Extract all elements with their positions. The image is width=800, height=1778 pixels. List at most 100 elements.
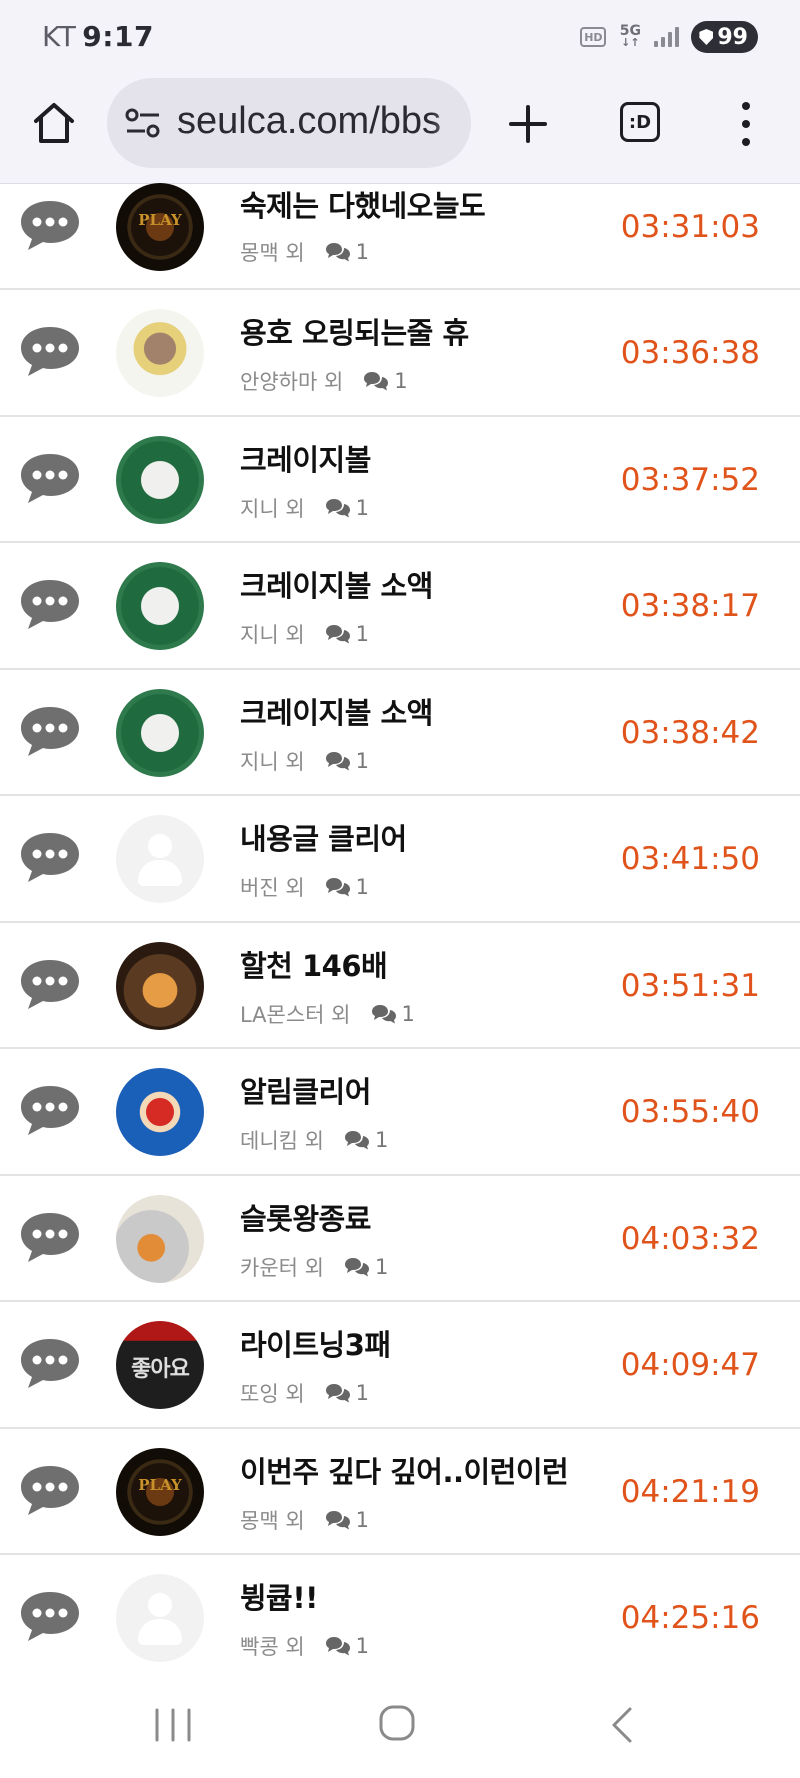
post-title[interactable]: 뷩큡!! xyxy=(240,1575,318,1617)
avatar[interactable] xyxy=(116,688,204,777)
post-title[interactable]: 숙제는 다했네오늘도 xyxy=(240,183,486,225)
post-time: 03:37:52 xyxy=(620,461,760,498)
avatar[interactable] xyxy=(116,435,204,524)
avatar[interactable]: PLAY xyxy=(116,183,204,271)
chat-bubble-icon xyxy=(18,451,82,505)
chat-bubble-icon xyxy=(18,1336,82,1390)
post-row[interactable]: 슬롯왕종료 카운터 외 1 04:03:32 xyxy=(0,1175,800,1302)
post-author: 카운터 외 xyxy=(240,1255,324,1280)
post-title[interactable]: 내용글 클리어 xyxy=(240,816,407,858)
post-title[interactable]: 이번주 깊다 깊어..이런이런 xyxy=(240,1449,569,1491)
post-meta: 지니 외 1 xyxy=(240,619,369,649)
post-meta: 빡콩 외 1 xyxy=(240,1631,369,1661)
address-bar[interactable]: seulca.com/bbs xyxy=(107,78,471,168)
post-time: 03:55:40 xyxy=(620,1094,760,1130)
back-icon[interactable] xyxy=(610,1706,634,1744)
comments-icon xyxy=(325,1510,351,1530)
avatar[interactable] xyxy=(116,562,204,650)
chat-bubble-icon xyxy=(18,577,82,631)
post-author: 버진 외 xyxy=(240,876,305,900)
post-author: 빡콩 외 xyxy=(240,1635,305,1659)
post-author: 몽맥 외 xyxy=(240,1508,305,1533)
post-title[interactable]: 알림클리어 xyxy=(240,1069,371,1111)
post-row[interactable]: 할천 146배 LA몬스터 외 1 03:51:31 xyxy=(0,922,800,1049)
post-meta: 또잉 외 1 xyxy=(240,1378,369,1408)
home-icon[interactable] xyxy=(30,99,78,147)
post-time: 04:25:16 xyxy=(620,1600,760,1636)
comments-icon xyxy=(325,877,351,897)
system-navigation-bar xyxy=(0,1670,800,1778)
comments-icon xyxy=(325,751,351,771)
post-author: 몽맥 외 xyxy=(240,241,305,265)
comment-count: 1 xyxy=(394,369,408,393)
comments-icon xyxy=(325,1383,351,1403)
avatar[interactable] xyxy=(116,309,204,397)
post-title[interactable]: 크레이지볼 소액 xyxy=(240,690,433,732)
avatar[interactable] xyxy=(116,1068,204,1156)
chat-bubble-icon xyxy=(18,1083,82,1137)
avatar[interactable] xyxy=(116,1194,204,1283)
post-author: 지니 외 xyxy=(240,749,305,774)
post-title[interactable]: 크레이지볼 xyxy=(240,437,371,479)
post-title[interactable]: 할천 146배 xyxy=(240,943,388,985)
post-time: 03:36:38 xyxy=(620,335,760,371)
post-time: 03:31:03 xyxy=(620,209,760,245)
post-meta: 지니 외 1 xyxy=(240,493,369,523)
comment-count: 1 xyxy=(401,1001,415,1026)
comments-icon xyxy=(344,1257,370,1277)
avatar[interactable] xyxy=(116,941,204,1030)
post-meta: 몽맥 외 1 xyxy=(240,237,369,267)
recents-icon[interactable] xyxy=(154,1708,192,1742)
avatar[interactable]: 좋아요 xyxy=(116,1321,204,1409)
comment-count: 1 xyxy=(355,622,370,646)
post-row[interactable]: 좋아요 라이트닝3패 또잉 외 1 04:09:47 xyxy=(0,1302,800,1429)
hd-voice-icon: HD xyxy=(580,27,607,47)
clock: 9:17 xyxy=(82,20,154,53)
post-meta: 버진 외 1 xyxy=(240,872,369,902)
comments-icon xyxy=(325,242,351,262)
post-row[interactable]: 뷩큡!! 빡콩 외 1 04:25:16 xyxy=(0,1555,800,1682)
more-vertical-icon[interactable] xyxy=(736,102,756,146)
tune-icon[interactable] xyxy=(125,107,161,139)
nav-home-icon[interactable] xyxy=(378,1704,416,1742)
post-title[interactable]: 크레이지볼 소액 xyxy=(240,563,433,605)
post-row[interactable]: PLAY 이번주 깊다 깊어..이런이런 몽맥 외 1 04:21:19 xyxy=(0,1428,800,1555)
post-author: 데니킴 외 xyxy=(240,1129,324,1153)
post-title[interactable]: 라이트닝3패 xyxy=(240,1322,391,1364)
comments-icon xyxy=(363,371,389,391)
post-row[interactable]: 크레이지볼 소액지니 외 1 03:38:17 xyxy=(0,543,800,670)
post-meta: 카운터 외 1 xyxy=(240,1252,388,1282)
comment-count: 1 xyxy=(374,1128,389,1152)
signal-strength-icon xyxy=(654,27,680,47)
post-row[interactable]: PLAY 숙제는 다했네오늘도몽맥 외 1 03:31:03 xyxy=(0,183,800,290)
post-title[interactable]: 용호 오링되는줄 휴 xyxy=(240,310,469,352)
default-avatar-icon[interactable] xyxy=(116,815,204,903)
post-meta: 데니킴 외 1 xyxy=(240,1125,388,1155)
post-author: 지니 외 xyxy=(240,623,305,647)
avatar[interactable]: PLAY xyxy=(116,1447,204,1536)
post-row[interactable]: 알림클리어데니킴 외 1 03:55:40 xyxy=(0,1049,800,1176)
plus-icon[interactable] xyxy=(508,104,548,144)
post-author: 안양하마 외 xyxy=(240,370,344,394)
app-root: KT 9:17 HD 5G ↓↑ 99 seulca.com/bbs:D PL… xyxy=(0,0,800,1778)
post-time: 03:38:42 xyxy=(620,714,760,751)
post-row[interactable]: 크레이지볼 소액 지니 외 1 03:38:42 xyxy=(0,669,800,796)
post-meta: LA몬스터 외 1 xyxy=(240,999,415,1029)
data-arrows-icon: ↓↑ xyxy=(621,36,640,49)
chat-bubble-icon xyxy=(18,1463,82,1517)
battery-level: 99 xyxy=(717,24,748,50)
comment-count: 1 xyxy=(355,1634,370,1658)
post-time: 03:38:17 xyxy=(620,588,760,624)
post-row[interactable]: 용호 오링되는줄 휴안양하마 외 1 03:36:38 xyxy=(0,290,800,417)
post-author: LA몬스터 외 xyxy=(240,1002,351,1027)
post-row[interactable]: 크레이지볼지니 외 1 03:37:52 xyxy=(0,416,800,543)
post-author: 또잉 외 xyxy=(240,1382,305,1406)
post-row[interactable]: 내용글 클리어버진 외 1 03:41:50 xyxy=(0,796,800,923)
url-text[interactable]: seulca.com/bbs xyxy=(177,100,471,143)
default-avatar-icon[interactable] xyxy=(116,1574,204,1662)
post-time: 03:41:50 xyxy=(620,841,760,877)
tab-switcher-button[interactable]: :D xyxy=(620,102,660,142)
post-title[interactable]: 슬롯왕종료 xyxy=(240,1196,371,1238)
browser-toolbar: seulca.com/bbs :D xyxy=(0,72,800,184)
network-5g-icon: 5G ↓↑ xyxy=(618,24,642,49)
